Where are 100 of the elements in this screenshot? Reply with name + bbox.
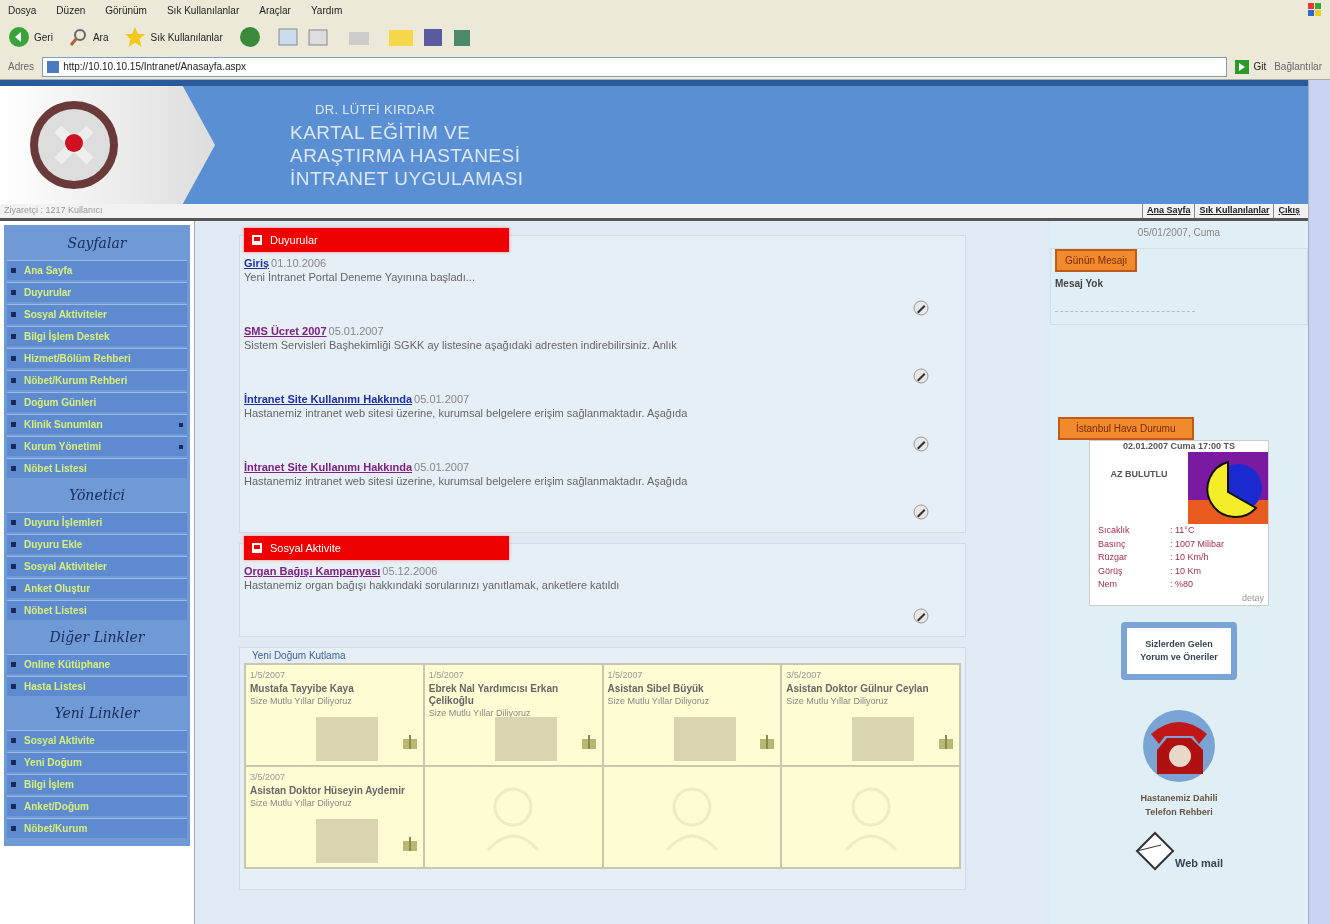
sidebar-item[interactable]: Duyurular <box>7 282 187 302</box>
detail-link[interactable]: detay <box>1241 591 1268 605</box>
sidebar-item[interactable]: Duyuru Ekle <box>7 534 187 554</box>
bullet-icon <box>11 542 16 547</box>
news-date: 05.12.2006 <box>382 565 438 577</box>
go-button[interactable]: Git <box>1235 59 1267 74</box>
toolbar-button[interactable]: Ara <box>68 27 109 47</box>
news-link[interactable]: İntranet Site Kullanımı Hakkında <box>244 393 413 405</box>
toolbar-button[interactable]: Geri <box>8 26 53 48</box>
gift-icon <box>402 837 417 851</box>
bullet-icon <box>11 268 16 273</box>
weather-value: : 1007 Milibar <box>1170 537 1226 551</box>
current-date: 05/01/2007, Cuma <box>1137 226 1221 240</box>
message-header: Günün Mesajı <box>1055 249 1138 272</box>
news-link[interactable]: Giriş <box>244 257 270 269</box>
bullet-icon <box>11 356 16 361</box>
weather-label: Basınç <box>1097 537 1127 551</box>
sidebar-heading: Yeni Linkler <box>53 703 141 723</box>
sidebar-item[interactable]: Online Kütüphane <box>7 654 187 674</box>
bullet-icon <box>11 804 16 809</box>
bullet-icon <box>11 662 16 667</box>
sidebar-item[interactable]: Duyuru İşlemleri <box>7 512 187 532</box>
sidebar-item[interactable]: Hasta Listesi <box>7 676 187 696</box>
weather-label: Görüş <box>1097 564 1124 578</box>
banner-title: İNTRANET UYGULAMASI <box>290 167 524 190</box>
pencil-icon[interactable] <box>913 300 929 316</box>
menu-item[interactable]: Dosya <box>8 2 37 18</box>
greeting: Size Mutlu Yıllar Diliyoruz <box>250 796 353 810</box>
menu-item[interactable]: Araçlar <box>259 2 291 18</box>
gift-icon <box>760 735 775 749</box>
message-text: Mesaj Yok <box>1055 277 1104 291</box>
bullet-icon <box>11 738 16 743</box>
sidebar-item[interactable]: Nöbet Listesi <box>7 458 187 478</box>
birthday-date: 1/5/2007 <box>250 669 287 682</box>
sidebar-item[interactable]: Nöbet/Kurum <box>7 818 187 838</box>
sidebar-item[interactable]: Nöbet/Kurum Rehberi <box>7 370 187 390</box>
sidebar-item[interactable]: Ana Sayfa <box>7 260 187 280</box>
news-summary: Hastanemiz intranet web sitesi üzerine, kurumsal belgelere erişim sağlanmaktadır. Aşağıda <box>244 474 689 488</box>
sidebar-item[interactable]: Sosyal Aktivite <box>7 730 187 750</box>
person-name: Asistan Doktor Gülnur Ceylan <box>786 682 930 695</box>
pencil-icon[interactable] <box>913 436 929 452</box>
bullet-icon <box>11 608 16 613</box>
pencil-icon[interactable] <box>913 504 929 520</box>
sidebar-item[interactable]: Sosyal Aktiviteler <box>7 304 187 324</box>
bullet-icon <box>11 378 16 383</box>
address-field[interactable]: http://10.10.10.15/Intranet/Anasayfa.aspx <box>42 56 1228 77</box>
toolbar-button[interactable]: Sık Kullanılanlar <box>124 26 223 48</box>
greeting: Size Mutlu Yıllar Diliyoruz <box>250 694 353 708</box>
gift-icon <box>402 735 417 749</box>
sidebar-item[interactable]: Anket/Doğum <box>7 796 187 816</box>
birthday-date: 1/5/2007 <box>428 669 465 682</box>
cake-photo-placeholder <box>316 819 378 863</box>
suggestion-bubble[interactable]: Sizlerden Gelen Yorum ve Öneriler <box>1121 622 1237 680</box>
menu-item[interactable]: Sık Kullanılanlar <box>166 2 240 18</box>
sidebar-item[interactable]: Klinik Sunumları <box>7 414 187 434</box>
news-link[interactable]: İntranet Site Kullanımı Hakkında <box>244 461 413 473</box>
birthday-date: 1/5/2007 <box>607 669 644 682</box>
visitor-count: Ziyaretçi : 1217 Kullanıcı <box>4 204 103 218</box>
sidebar-item[interactable]: Hizmet/Bölüm Rehberi <box>7 348 187 368</box>
bullet-icon <box>11 760 16 765</box>
bullet-icon <box>11 586 16 591</box>
banner-title: KARTAL EĞİTİM VE <box>290 121 471 144</box>
gift-icon <box>581 735 596 749</box>
news-link[interactable]: Organ Bağışı Kampanyası <box>244 565 381 577</box>
sidebar-item[interactable]: Yeni Doğum <box>7 752 187 772</box>
news-summary: Hastanemiz intranet web sitesi üzerine, kurumsal belgelere erişim sağlanmaktadır. Aşağıda <box>244 406 689 420</box>
sidebar-item[interactable]: Bilgi İşlem Destek <box>7 326 187 346</box>
banner-title: DR. LÜTFİ KIRDAR <box>314 101 436 119</box>
sidebar-item[interactable]: Bilgi İşlem <box>7 774 187 794</box>
sidebar-item[interactable]: Sosyal Aktiviteler <box>7 556 187 576</box>
webmail-link[interactable]: Web mail <box>1174 854 1224 871</box>
back-icon <box>8 26 30 48</box>
news-summary: Sistem Servisleri Başhekimliği SGKK ay listesine aşağıdaki adresten indirebilirsiniz. Anlık <box>244 338 678 352</box>
sidebar-item[interactable]: Anket Oluştur <box>7 578 187 598</box>
phone-directory-link[interactable]: Hastanemiz Dahili Telefon Rehberi <box>1134 792 1224 819</box>
nav-link[interactable]: Sık Kullanılanlar <box>1194 204 1274 218</box>
news-date: 05.01.2007 <box>328 325 384 337</box>
sidebar-item[interactable]: Nöbet Listesi <box>7 600 187 620</box>
weather-label: Nem <box>1097 578 1118 591</box>
news-link[interactable]: SMS Ücret 2007 <box>244 325 327 337</box>
menu-item[interactable]: Yardım <box>310 2 343 18</box>
person-name: Mustafa Tayyibe Kaya <box>250 682 355 695</box>
nav-link[interactable]: Çıkış <box>1273 204 1304 218</box>
nav-link[interactable]: Ana Sayfa <box>1141 204 1195 218</box>
pencil-icon[interactable] <box>913 608 929 624</box>
cake-photo-placeholder <box>316 717 378 761</box>
bullet-icon <box>11 684 16 689</box>
sidebar-item[interactable]: Doğum Günleri <box>7 392 187 412</box>
birthday-title: Yeni Doğum Kutlama <box>251 649 347 663</box>
news-summary: Yeni İntranet Portal Deneme Yayınına başladı... <box>244 270 476 284</box>
gift-icon <box>939 735 953 749</box>
menu-item[interactable]: Görünüm <box>105 2 147 18</box>
person-name: Ebrek Nal Yardımcısı Erkan Çelikoğlu <box>428 682 560 707</box>
bullet-icon <box>11 444 16 449</box>
menu-item[interactable]: Düzen <box>56 2 86 18</box>
sidebar-item[interactable]: Kurum Yönetimi <box>7 436 187 456</box>
news-date: 05.01.2007 <box>414 393 470 405</box>
links-label[interactable]: Bağlantılar <box>1274 59 1322 74</box>
pencil-icon[interactable] <box>913 368 929 384</box>
weather-heading: 02.01.2007 Cuma 17:00 TS <box>1121 441 1237 452</box>
